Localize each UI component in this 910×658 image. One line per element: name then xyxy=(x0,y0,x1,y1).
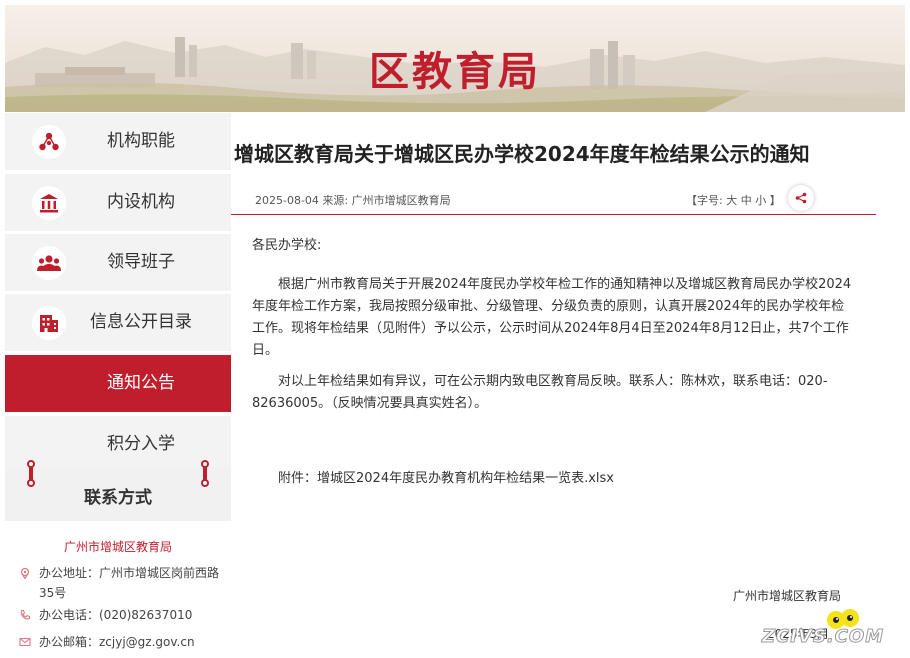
article-meta: 2025-08-04 来源: 广州市增城区教育局 xyxy=(255,194,451,207)
salutation: 各民办学校: xyxy=(252,238,322,253)
binder-clip-right-icon xyxy=(201,460,209,490)
contact-title: 联系方式 xyxy=(84,488,152,508)
article-main: 增城区教育局关于增城区民办学校2024年度年检结果公示的通知 2025-08-0… xyxy=(231,113,910,658)
sidebar-item-notices[interactable]: 通知公告 xyxy=(5,355,231,412)
contact-panel: 联系方式 广州市增城区教育局 办公地址：广州市增城区岗前西路35号 办公电话：(… xyxy=(5,460,231,658)
banner-title: 区教育局 xyxy=(369,49,541,95)
attachment-link[interactable]: 增城区2024年度民办教育机构年检结果一览表.xlsx xyxy=(317,471,614,486)
contact-email: 办公邮箱：zcjyj@gz.gov.cn xyxy=(19,632,229,652)
contact-phone: 办公电话：(020)82637010 xyxy=(19,605,229,625)
paragraph-2: 对以上年检结果如有异议，可在公示期内致电区教育局反映。联系人：陈林欢，联系电话：… xyxy=(252,374,828,411)
paragraph-1: 根据广州市教育局关于开展2024年度民办学校年检工作的通知精神以及增城区教育局民… xyxy=(252,277,852,358)
sidebar-item-functions[interactable]: 机构职能 xyxy=(5,113,231,170)
contact-address: 办公地址：广州市增城区岗前西路35号 xyxy=(19,563,229,603)
sidebar-item-departments[interactable]: 内设机构 xyxy=(5,174,231,231)
attachment-line: 附件：增城区2024年度民办教育机构年检结果一览表.xlsx xyxy=(252,468,852,490)
article-title: 增城区教育局关于增城区民办学校2024年度年检结果公示的通知 xyxy=(234,142,810,166)
header-banner: 区教育局 xyxy=(5,5,905,112)
watermark-text: ZCIVS.COM xyxy=(761,626,885,648)
contact-org: 广州市增城区教育局 xyxy=(63,540,172,554)
share-button[interactable] xyxy=(788,185,814,211)
font-size-suffix: 】 xyxy=(769,194,781,207)
title-divider xyxy=(231,214,876,215)
contact-header: 联系方式 xyxy=(5,467,231,521)
font-size-prefix: 【字号: xyxy=(686,194,723,207)
share-icon xyxy=(795,192,807,204)
font-size-control: 【字号: 大 中 小 】 xyxy=(686,192,781,208)
font-size-large-button[interactable]: 大 xyxy=(726,194,737,207)
font-size-small-button[interactable]: 小 xyxy=(755,194,766,207)
phone-icon xyxy=(20,609,31,620)
sidebar-item-leadership[interactable]: 领导班子 xyxy=(5,234,231,291)
attachment-prefix: 附件： xyxy=(278,471,318,486)
sidebar-item-points-admission[interactable]: 积分入学 xyxy=(5,416,231,473)
font-size-medium-button[interactable]: 中 xyxy=(741,194,752,207)
sidebar-item-info-directory[interactable]: 信息公开目录 xyxy=(5,294,231,351)
binder-clip-left-icon xyxy=(27,460,35,490)
sidebar: 机构职能 内设机构 领导班子 信息公开目录 通知公告 积分入学 联系方式 广州市… xyxy=(5,113,231,658)
mail-icon xyxy=(19,637,31,647)
location-icon xyxy=(20,567,30,579)
site-watermark: ZCIVS.COM xyxy=(761,609,902,652)
signature-org: 广州市增城区教育局 xyxy=(733,589,842,603)
